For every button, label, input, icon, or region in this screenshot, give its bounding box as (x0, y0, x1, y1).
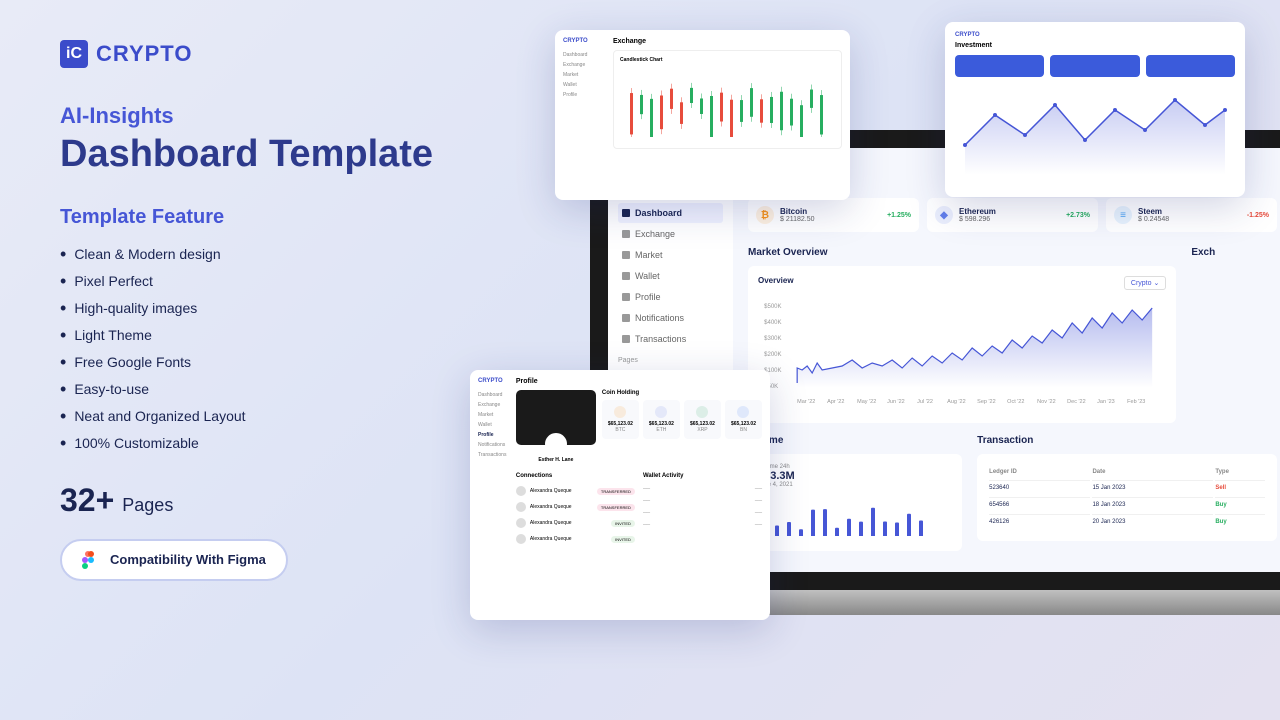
svg-text:Mar '22: Mar '22 (797, 399, 815, 405)
svg-text:Oct '22: Oct '22 (1007, 399, 1024, 405)
profile-popup: CRYPTO DashboardExchangeMarketWalletProf… (470, 370, 770, 620)
svg-text:May '22: May '22 (857, 399, 876, 405)
svg-text:Jan '23: Jan '23 (1097, 399, 1115, 405)
figma-icon (82, 551, 100, 569)
sidebar-item[interactable]: Market (618, 245, 723, 265)
svg-text:$300K: $300K (764, 336, 781, 342)
sidebar-item[interactable]: Dashboard (618, 203, 723, 223)
svg-text:Dec '22: Dec '22 (1067, 399, 1085, 405)
crypto-card[interactable]: ◆Ethereum$ 598.296+2.73% (927, 198, 1098, 232)
sidebar-item[interactable]: Notifications (618, 308, 723, 328)
feature-title: Template Feature (60, 206, 480, 229)
logo: iC CRYPTO (60, 40, 480, 68)
svg-text:Aug '22: Aug '22 (947, 399, 965, 405)
figma-text: Compatibility With Figma (110, 552, 266, 567)
sidebar-item[interactable]: Wallet (618, 266, 723, 286)
svg-text:$200K: $200K (764, 352, 781, 358)
svg-text:Jun '22: Jun '22 (887, 399, 905, 405)
feature-item: Neat and Organized Layout (60, 403, 480, 430)
main-content: Welcome Back IC Crypto Das ₿Bitcoin$ 211… (733, 148, 1280, 572)
svg-text:Jul '22: Jul '22 (917, 399, 933, 405)
table-row[interactable]: 65456618 Jan 2023Buy (989, 497, 1265, 512)
figma-badge: Compatibility With Figma (60, 539, 288, 581)
feature-item: Clean & Modern design (60, 241, 480, 268)
feature-item: Light Theme (60, 322, 480, 349)
feature-item: High-quality images (60, 295, 480, 322)
svg-text:$400K: $400K (764, 320, 781, 326)
feature-list: Clean & Modern designPixel PerfectHigh-q… (60, 241, 480, 457)
crypto-card[interactable]: ₿Bitcoin$ 21182.50+1.25% (748, 198, 919, 232)
sidebar-item[interactable]: Exchange (618, 224, 723, 244)
crypto-dropdown[interactable]: Crypto ⌄ (1124, 276, 1166, 290)
crypto-card[interactable]: ≡Steem$ 0.24548-1.25% (1106, 198, 1277, 232)
svg-text:$500K: $500K (764, 304, 781, 310)
main-title: Dashboard Template (60, 134, 480, 176)
feature-item: Pixel Perfect (60, 268, 480, 295)
pages-count: 32+ Pages (60, 482, 480, 519)
feature-item: Free Google Fonts (60, 349, 480, 376)
investment-popup: CRYPTO Investment (945, 22, 1245, 197)
logo-text: CRYPTO (96, 41, 192, 67)
table-row[interactable]: 42612620 Jan 2023Buy (989, 514, 1265, 529)
logo-icon: iC (60, 40, 88, 68)
sidebar-item[interactable]: Profile (618, 287, 723, 307)
svg-text:Sep '22: Sep '22 (977, 399, 995, 405)
svg-text:Feb '23: Feb '23 (1127, 399, 1145, 405)
subtitle: AI-Insights (60, 103, 480, 129)
svg-text:Apr '22: Apr '22 (827, 399, 844, 405)
exchange-popup: CRYPTO DashboardExchangeMarketWalletProf… (555, 30, 850, 200)
feature-item: Easy-to-use (60, 376, 480, 403)
table-row[interactable]: 52364015 Jan 2023Sell (989, 480, 1265, 495)
sidebar-item[interactable]: Transactions (618, 329, 723, 349)
svg-text:Nov '22: Nov '22 (1037, 399, 1055, 405)
feature-item: 100% Customizable (60, 430, 480, 457)
market-chart: Overview Crypto ⌄ $500K$400K$300K$200K$1… (748, 266, 1176, 423)
